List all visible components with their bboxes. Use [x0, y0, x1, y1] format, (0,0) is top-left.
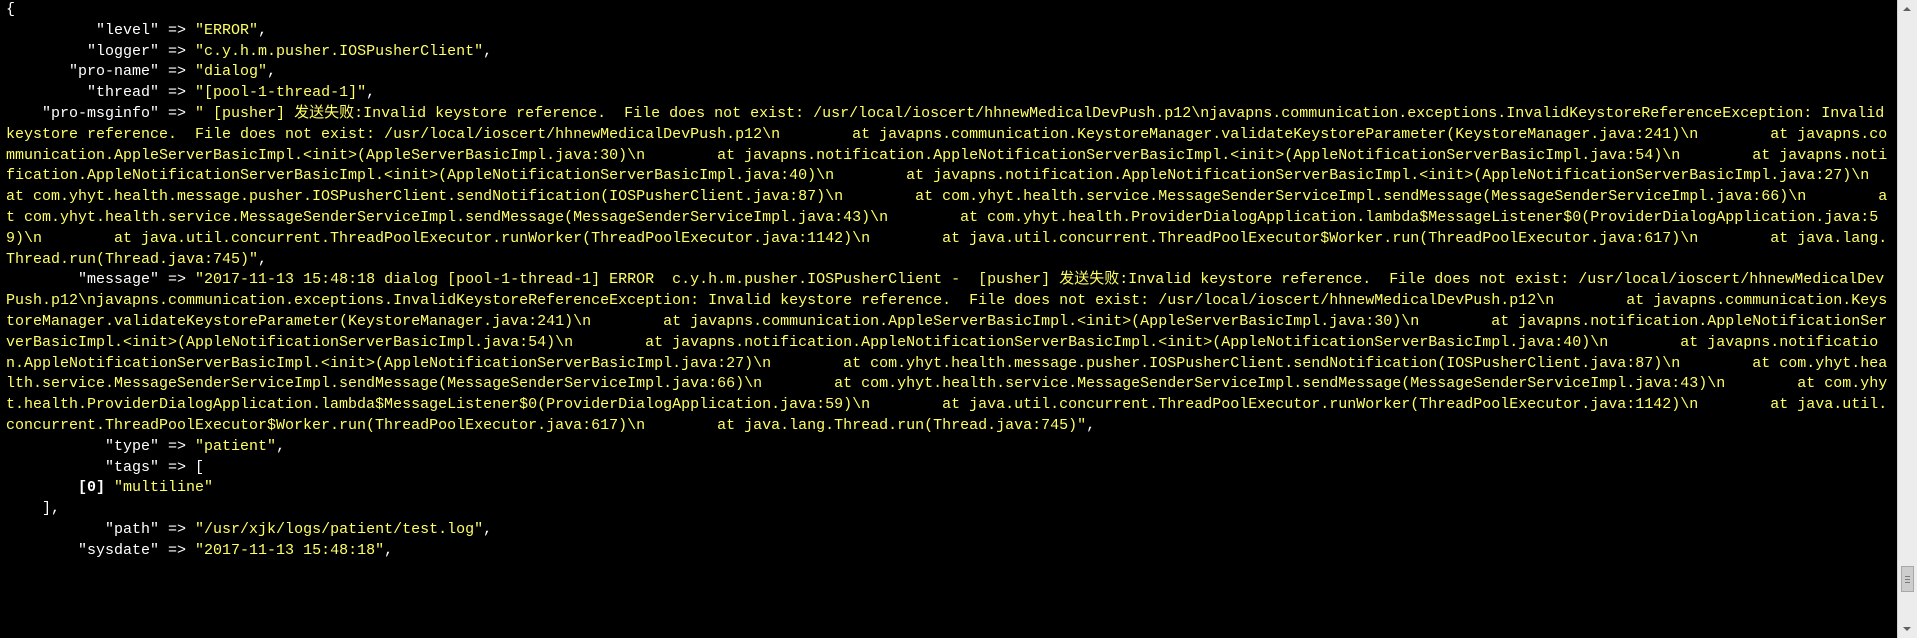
- terminal-text-segment: "type" =>: [6, 437, 196, 455]
- vertical-scrollbar[interactable]: [1897, 0, 1917, 638]
- terminal-text-segment: "2017-11-13 15:48:18": [195, 541, 385, 559]
- terminal-text-segment: "/usr/xjk/logs/patient/test.log": [195, 520, 484, 538]
- terminal-line: {: [6, 0, 1892, 21]
- terminal-text-segment: "pro-name" =>: [6, 63, 196, 81]
- terminal-text-segment: "pro-msginfo" =>: [6, 104, 196, 122]
- terminal-text-segment: "multiline": [114, 479, 214, 497]
- terminal-line: "pro-msginfo" => " [pusher] 发送失败:Invalid…: [6, 104, 1892, 270]
- terminal-text-segment: {: [6, 1, 16, 18]
- terminal-line: "level" => "ERROR",: [6, 21, 1892, 42]
- terminal-text-segment: ,: [267, 63, 277, 81]
- terminal-line: "type" => "patient",: [6, 437, 1892, 458]
- scroll-up-arrow-icon[interactable]: [1898, 0, 1917, 18]
- terminal-line: "message" => "2017-11-13 15:48:18 dialog…: [6, 270, 1892, 436]
- terminal-output: { "level" => "ERROR", "logger" => "c.y.h…: [0, 0, 1892, 562]
- terminal-line: "path" => "/usr/xjk/logs/patient/test.lo…: [6, 520, 1892, 541]
- terminal-line: [0] "multiline": [6, 478, 1892, 499]
- terminal-text-segment: "ERROR": [195, 21, 259, 39]
- terminal-text-segment: "tags" => [: [6, 458, 205, 476]
- terminal-text-segment: ,: [258, 21, 268, 39]
- terminal-line: "logger" => "c.y.h.m.pusher.IOSPusherCli…: [6, 42, 1892, 63]
- terminal-text-segment: ,: [483, 42, 493, 60]
- terminal-line: "pro-name" => "dialog",: [6, 62, 1892, 83]
- terminal-text-segment: ,: [276, 437, 286, 455]
- terminal-text-segment: "logger" =>: [6, 42, 196, 60]
- terminal-text-segment: "c.y.h.m.pusher.IOSPusherClient": [195, 42, 484, 60]
- terminal-text-segment: "path" =>: [6, 520, 196, 538]
- terminal-text-segment: "level" =>: [6, 21, 196, 39]
- scroll-thumb[interactable]: [1901, 566, 1914, 592]
- terminal-text-segment: ,: [483, 520, 493, 538]
- terminal-text-segment: "2017-11-13 15:48:18 dialog [pool-1-thre…: [6, 271, 1888, 434]
- terminal-text-segment: ,: [1086, 416, 1096, 434]
- terminal-line: "tags" => [: [6, 458, 1892, 479]
- terminal-text-segment: ,: [258, 250, 268, 268]
- terminal-window[interactable]: { "level" => "ERROR", "logger" => "c.y.h…: [0, 0, 1897, 638]
- terminal-text-segment: "patient": [195, 437, 277, 455]
- terminal-text-segment: " [pusher] 发送失败:Invalid keystore referen…: [6, 104, 1888, 268]
- terminal-text-segment: "dialog": [195, 63, 268, 81]
- terminal-text-segment: ,: [384, 541, 394, 559]
- terminal-line: "thread" => "[pool-1-thread-1]",: [6, 83, 1892, 104]
- terminal-text-segment: "message" =>: [6, 271, 196, 289]
- terminal-text-segment: "[pool-1-thread-1]": [195, 84, 367, 102]
- terminal-line: ],: [6, 499, 1892, 520]
- terminal-text-segment: "thread" =>: [6, 84, 196, 102]
- terminal-text-segment: ,: [366, 84, 376, 102]
- terminal-text-segment: ],: [6, 500, 61, 518]
- terminal-text-segment: [0]: [78, 479, 106, 497]
- scroll-down-arrow-icon[interactable]: [1898, 620, 1917, 638]
- terminal-line: "sysdate" => "2017-11-13 15:48:18",: [6, 541, 1892, 562]
- terminal-text-segment: "sysdate" =>: [6, 541, 196, 559]
